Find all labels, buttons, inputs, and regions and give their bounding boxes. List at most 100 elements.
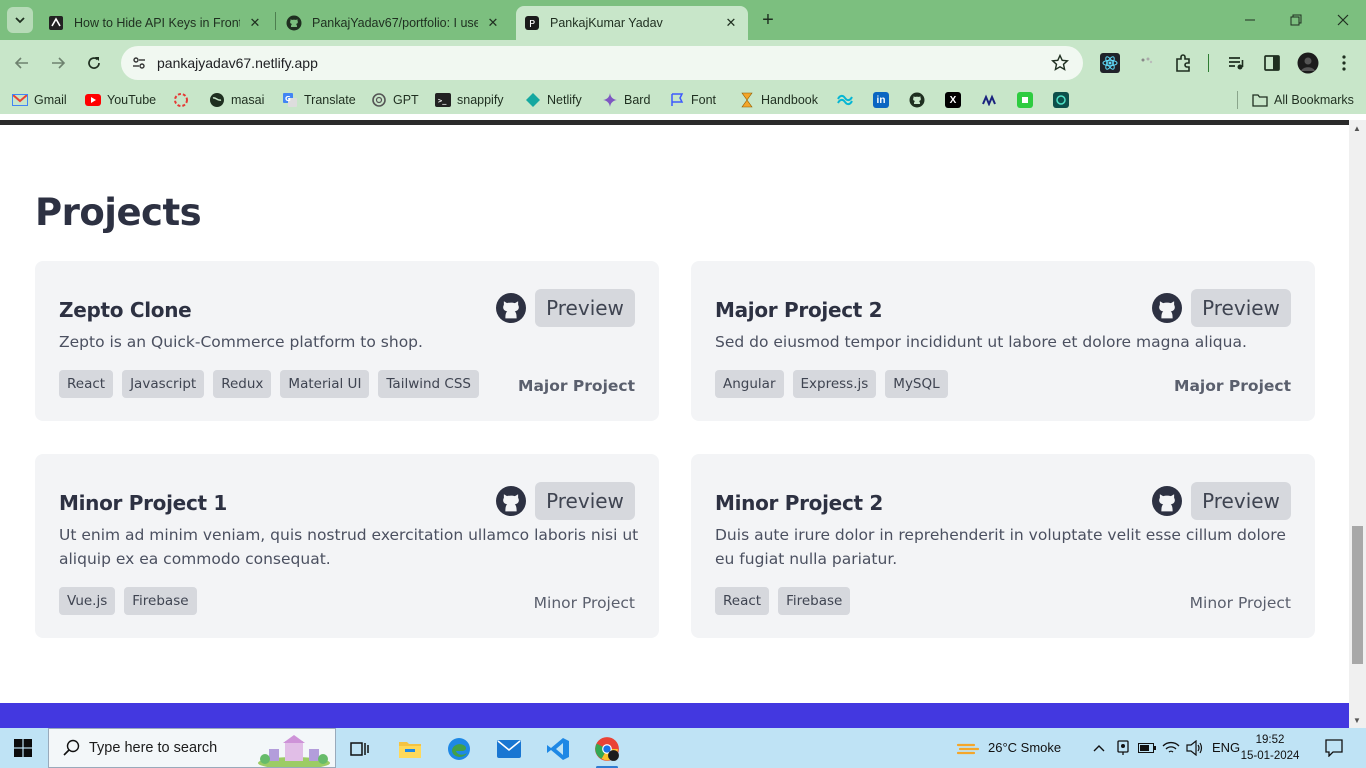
windows-start-icon[interactable] (14, 739, 32, 757)
close-icon (1337, 14, 1349, 26)
tailwind-icon (837, 92, 853, 108)
bookmark-github[interactable] (909, 91, 931, 109)
project-kind: Major Project (518, 377, 635, 395)
media-controls-icon[interactable] (1225, 52, 1247, 74)
chrome-button[interactable] (592, 734, 622, 768)
tech-tag: Tailwind CSS (378, 370, 479, 398)
scroll-down-arrow-icon[interactable]: ▼ (1353, 716, 1361, 725)
github-icon[interactable] (496, 293, 526, 323)
project-card: Zepto Clone Preview Zepto is an Quick-Co… (35, 261, 659, 421)
bookmark-masai[interactable]: masai (209, 91, 264, 109)
toolbar-divider (1208, 54, 1209, 72)
tab-divider (275, 12, 276, 30)
bookmark-translate[interactable]: G Translate (282, 91, 356, 109)
site-info-icon[interactable] (129, 53, 149, 73)
vscode-icon (547, 738, 569, 760)
bookmark-tailwind[interactable] (837, 91, 859, 109)
linkedin-icon: in (873, 92, 889, 108)
language-indicator[interactable]: ENG (1212, 740, 1240, 755)
profile-avatar[interactable] (1297, 52, 1319, 74)
arrow-right-icon (52, 57, 66, 69)
side-panel-icon[interactable] (1261, 52, 1283, 74)
translate-icon: G (282, 92, 298, 108)
task-view-icon (350, 742, 369, 756)
address-bar[interactable]: pankajyadav67.netlify.app (121, 46, 1083, 80)
tab-search-button[interactable] (7, 7, 33, 33)
show-hidden-icons-button[interactable] (1090, 739, 1108, 757)
weather-icon[interactable] (956, 739, 980, 757)
tech-tag: Angular (715, 370, 784, 398)
preview-button[interactable]: Preview (535, 289, 635, 327)
restore-button[interactable] (1284, 8, 1308, 32)
scroll-thumb[interactable] (1352, 526, 1363, 664)
reload-button[interactable] (82, 51, 106, 75)
preview-button[interactable]: Preview (535, 482, 635, 520)
close-window-button[interactable] (1331, 8, 1355, 32)
snappify-icon: >_ (435, 92, 451, 108)
browser-menu-icon[interactable] (1333, 52, 1355, 74)
back-button[interactable] (10, 51, 34, 75)
vscode-button[interactable] (543, 734, 573, 764)
tab-3-active[interactable]: P PankajKumar Yadav ✕ (516, 6, 748, 40)
tab-title: PankajYadav67/portfolio: I used (312, 16, 478, 30)
bookmark-linkedin[interactable]: in (873, 91, 895, 109)
bookmark-netlify[interactable]: Netlify (525, 91, 582, 109)
bookmarks-bar: Gmail YouTube masai G Translate GPT >_ s… (0, 86, 1366, 114)
browser-toolbar: pankajyadav67.netlify.app (0, 40, 1366, 86)
preview-button[interactable]: Preview (1191, 289, 1291, 327)
file-explorer-button[interactable] (395, 734, 425, 764)
bookmark-gmail[interactable]: Gmail (12, 91, 67, 109)
volume-icon[interactable] (1186, 739, 1204, 757)
github-icon[interactable] (1152, 293, 1182, 323)
github-icon[interactable] (496, 486, 526, 516)
bookmark-teal-app[interactable] (1053, 91, 1075, 109)
bookmark-gpt[interactable]: GPT (371, 91, 419, 109)
bookmark-font[interactable]: Font (669, 91, 716, 109)
forward-button[interactable] (46, 51, 70, 75)
scroll-up-arrow-icon[interactable]: ▲ (1353, 124, 1361, 133)
bookmark-snappify[interactable]: >_ snappify (435, 91, 504, 109)
project-description: Sed do eiusmod tempor incididunt ut labo… (715, 333, 1247, 351)
extension-dots-icon[interactable] (1136, 52, 1158, 74)
tech-tag: MySQL (885, 370, 948, 398)
system-clock[interactable]: 19:52 15-01-2024 (1240, 732, 1300, 764)
bard-icon (602, 92, 618, 108)
bookmark-star-icon[interactable] (1051, 54, 1069, 72)
tab-1[interactable]: How to Hide API Keys in Fronte ✕ (40, 6, 272, 40)
new-tab-button[interactable]: + (757, 9, 779, 31)
page-scrollbar[interactable]: ▲ ▼ (1349, 120, 1366, 728)
bookmark-youtube[interactable]: YouTube (85, 91, 156, 109)
p-logo-icon: P (524, 15, 540, 31)
github-icon[interactable] (1152, 486, 1182, 516)
preview-button[interactable]: Preview (1191, 482, 1291, 520)
all-bookmarks-button[interactable]: All Bookmarks (1252, 91, 1354, 109)
react-devtools-icon[interactable] (1099, 52, 1121, 74)
camera-mic-icon[interactable] (1114, 739, 1132, 757)
close-icon[interactable]: ✕ (722, 14, 740, 32)
minimize-button[interactable] (1238, 8, 1262, 32)
bookmark-x[interactable]: X (945, 91, 967, 109)
wifi-icon[interactable] (1162, 739, 1180, 757)
extensions-puzzle-icon[interactable] (1172, 52, 1194, 74)
taskbar-search-box[interactable]: Type here to search (48, 728, 336, 768)
chevron-up-icon (1093, 745, 1105, 752)
project-title: Zepto Clone (59, 298, 192, 322)
edge-browser-button[interactable] (444, 734, 474, 764)
mail-button[interactable] (494, 734, 524, 764)
bookmark-app[interactable] (981, 91, 1003, 109)
close-icon[interactable]: ✕ (484, 14, 502, 32)
bookmark-bard[interactable]: Bard (602, 91, 650, 109)
task-view-button[interactable] (345, 734, 375, 764)
tech-tags: Angular Express.js MySQL (715, 370, 948, 398)
close-icon[interactable]: ✕ (246, 14, 264, 32)
tab-title: PankajKumar Yadav (550, 16, 663, 30)
battery-icon[interactable] (1138, 739, 1156, 757)
tab-2[interactable]: PankajYadav67/portfolio: I used ✕ (278, 6, 510, 40)
notifications-button[interactable] (1324, 738, 1344, 758)
weather-text[interactable]: 26°C Smoke (988, 740, 1061, 755)
bookmark-masai-ring[interactable] (173, 91, 195, 109)
url-text[interactable]: pankajyadav67.netlify.app (157, 55, 318, 71)
bookmark-green-app[interactable] (1017, 91, 1039, 109)
bookmark-handbook[interactable]: Handbook (739, 91, 818, 109)
notification-icon (1325, 739, 1343, 757)
